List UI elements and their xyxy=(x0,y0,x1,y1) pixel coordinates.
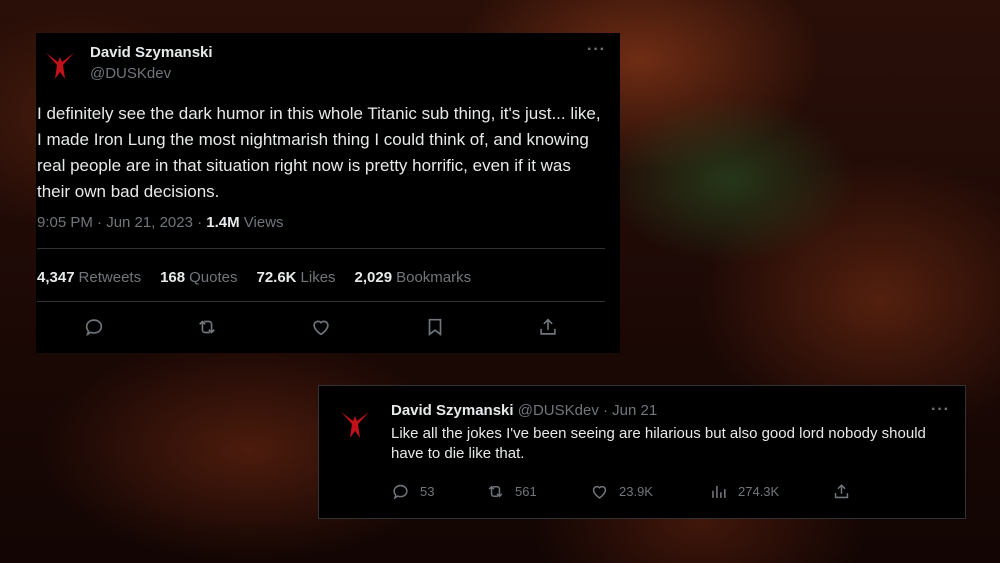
bookmarks-stat[interactable]: 2,029 Bookmarks xyxy=(355,269,472,286)
tweet-actions xyxy=(36,316,620,340)
tweet-timestamp[interactable]: 9:05 PM · Jun 21, 2023 · xyxy=(37,214,206,231)
avatar[interactable] xyxy=(40,45,80,85)
tweet-text: I definitely see the dark humor in this … xyxy=(37,104,601,201)
likes-stat[interactable]: 72.6K Likes xyxy=(256,269,335,286)
avatar[interactable] xyxy=(335,404,375,444)
engagement-stats: 4,347 Retweets 168 Quotes 72.6K Likes 2,029… xyxy=(37,269,490,286)
like-action[interactable]: 23.9K xyxy=(590,482,653,501)
views-icon xyxy=(712,485,726,498)
reply-count: 53 xyxy=(420,484,435,499)
retweet-icon[interactable] xyxy=(196,316,220,340)
avatar-logo-icon xyxy=(341,412,369,438)
avatar-logo-icon xyxy=(46,53,74,79)
views-count: 1.4M xyxy=(206,214,240,231)
like-icon[interactable] xyxy=(310,316,334,340)
like-count: 23.9K xyxy=(619,484,653,499)
reply-tweet-card: David Szymanski @DUSKdev · Jun 21 ··· Li… xyxy=(318,385,966,519)
more-icon[interactable]: ··· xyxy=(931,401,950,419)
more-icon[interactable]: ··· xyxy=(587,41,606,59)
bookmark-icon[interactable] xyxy=(424,316,448,340)
share-icon xyxy=(834,484,849,499)
like-icon xyxy=(592,485,607,499)
quotes-stat[interactable]: 168 Quotes xyxy=(160,269,237,286)
author-handle[interactable]: @DUSKdev xyxy=(90,65,171,82)
author-name[interactable]: David Szymanski xyxy=(90,44,213,61)
tweet-actions: 53 561 23.9K 274.3K xyxy=(391,482,951,502)
reply-icon xyxy=(393,484,408,500)
author-handle-date[interactable]: @DUSKdev · Jun 21 xyxy=(514,402,657,419)
reply-action[interactable]: 53 xyxy=(391,482,434,501)
views-count: 274.3K xyxy=(738,484,780,499)
views-action[interactable]: 274.3K xyxy=(709,482,779,501)
share-icon[interactable] xyxy=(537,316,561,340)
retweet-icon xyxy=(488,485,503,498)
tweet-text: Like all the jokes I've been seeing are … xyxy=(391,425,926,462)
tweet-meta: 9:05 PM · Jun 21, 2023 · 1.4M Views xyxy=(37,214,284,231)
divider xyxy=(37,248,605,249)
retweet-action[interactable]: 561 xyxy=(486,482,537,501)
reply-icon[interactable] xyxy=(83,316,107,340)
share-action[interactable] xyxy=(832,482,851,501)
retweet-count: 561 xyxy=(515,484,537,499)
author-name[interactable]: David Szymanski xyxy=(391,402,514,419)
reply-header: David Szymanski @DUSKdev · Jun 21 xyxy=(391,402,657,419)
main-tweet-card: David Szymanski @DUSKdev ··· I definitel… xyxy=(36,33,620,353)
retweets-stat[interactable]: 4,347 Retweets xyxy=(37,269,141,286)
views-label: Views xyxy=(239,214,284,231)
divider xyxy=(37,301,605,302)
